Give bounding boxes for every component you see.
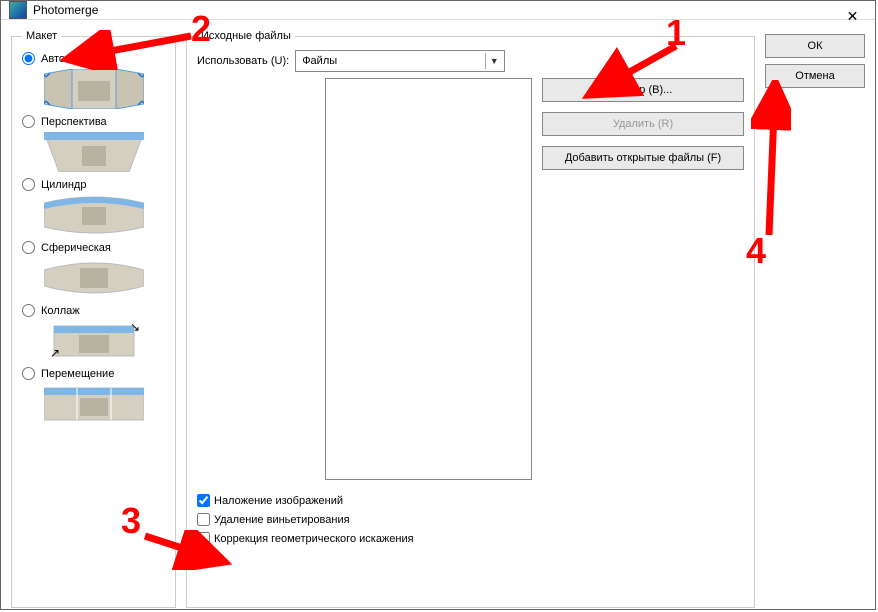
thumb-collage: ↗ ↘ [44,321,144,361]
thumb-reposition [44,384,144,424]
actions-column: ОК Отмена [765,30,865,608]
cancel-button[interactable]: Отмена [765,64,865,88]
remove-button[interactable]: Удалить (R) [542,112,744,136]
radio-auto[interactable] [22,52,35,65]
checkbox-blend[interactable] [197,494,210,507]
chk-geometric[interactable]: Коррекция геометрического искажения [197,532,744,545]
radio-collage[interactable] [22,304,35,317]
svg-text:↘: ↘ [130,321,140,334]
use-row: Использовать (U): Файлы ▼ [197,50,744,72]
layout-option-reposition[interactable]: Перемещение [22,367,165,380]
use-select[interactable]: Файлы ▼ [295,50,505,72]
layout-option-spherical[interactable]: Сферическая [22,241,165,254]
files-row: Обзор (B)... Удалить (R) Добавить открыт… [197,78,744,480]
label-perspective: Перспектива [41,116,107,128]
source-legend: Исходные файлы [197,30,295,42]
thumb-spherical [44,258,144,298]
label-collage: Коллаж [41,305,80,317]
chevron-down-icon: ▼ [485,53,502,69]
ok-button[interactable]: ОК [765,34,865,58]
photomerge-dialog: Photomerge ✕ Макет Авто [0,0,876,610]
chk-vignette[interactable]: Удаление виньетирования [197,513,744,526]
svg-text:↗: ↗ [50,346,60,360]
layout-option-collage[interactable]: Коллаж [22,304,165,317]
label-blend: Наложение изображений [214,495,343,507]
layout-group: Макет Авто Перспекти [11,30,176,608]
dialog-body: Макет Авто Перспекти [1,20,875,610]
label-geometric: Коррекция геометрического искажения [214,533,414,545]
layout-option-auto[interactable]: Авто [22,52,165,65]
window-title: Photomerge [33,3,98,17]
radio-cylindrical[interactable] [22,178,35,191]
files-listbox[interactable] [325,78,532,480]
layout-legend: Макет [22,30,61,42]
titlebar: Photomerge ✕ [1,1,875,20]
use-select-value: Файлы [302,55,337,67]
label-auto: Авто [41,53,65,65]
label-reposition: Перемещение [41,368,114,380]
app-icon [9,1,27,19]
label-cylindrical: Цилиндр [41,179,86,191]
chk-blend[interactable]: Наложение изображений [197,494,744,507]
label-vignette: Удаление виньетирования [214,514,350,526]
radio-reposition[interactable] [22,367,35,380]
add-open-files-button[interactable]: Добавить открытые файлы (F) [542,146,744,170]
layout-option-perspective[interactable]: Перспектива [22,115,165,128]
radio-spherical[interactable] [22,241,35,254]
thumb-perspective [44,132,144,172]
checkbox-geometric[interactable] [197,532,210,545]
source-files-group: Исходные файлы Использовать (U): Файлы ▼… [186,30,755,608]
label-spherical: Сферическая [41,242,111,254]
radio-perspective[interactable] [22,115,35,128]
source-buttons-column: Обзор (B)... Удалить (R) Добавить открыт… [542,78,744,480]
use-label: Использовать (U): [197,55,289,67]
thumb-cylindrical [44,195,144,235]
layout-option-cylindrical[interactable]: Цилиндр [22,178,165,191]
thumb-auto [44,69,144,109]
checkbox-vignette[interactable] [197,513,210,526]
options-checkboxes: Наложение изображений Удаление виньетиро… [197,494,744,545]
browse-button[interactable]: Обзор (B)... [542,78,744,102]
